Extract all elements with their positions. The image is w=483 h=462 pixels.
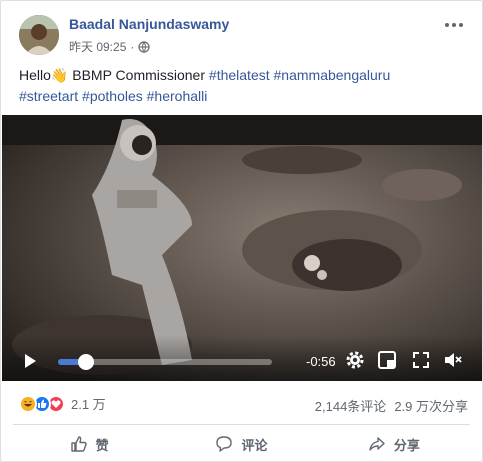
like-label: 赞 <box>95 437 109 453</box>
post-meta: 昨天 09:25 · <box>69 38 150 55</box>
post-card: Baadal Nanjundaswamy 昨天 09:25 · Hello👋 B… <box>0 0 483 462</box>
hashtag-link[interactable]: #streetart <box>19 88 78 104</box>
share-button[interactable]: 分享 <box>318 429 470 459</box>
play-icon[interactable] <box>22 353 38 369</box>
gear-icon[interactable] <box>345 350 365 370</box>
video-timeline[interactable] <box>58 354 272 370</box>
volume-mute-icon[interactable] <box>443 350 463 370</box>
post-text-body: BBMP Commissioner <box>68 67 209 83</box>
reaction-summary[interactable]: 2.1 万 <box>19 394 106 413</box>
post-stats: 2.1 万 2,144条评论 2.9 万次分享 <box>19 394 468 416</box>
more-dot <box>452 23 456 27</box>
reaction-count[interactable]: 2.1 万 <box>71 394 106 413</box>
comment-icon <box>216 436 233 452</box>
share-label: 分享 <box>393 437 420 453</box>
fullscreen-icon[interactable] <box>412 351 430 369</box>
hashtag-link[interactable]: #potholes <box>82 88 143 104</box>
author-name[interactable]: Baadal Nanjundaswamy <box>69 16 229 32</box>
comment-label: 评论 <box>241 437 268 453</box>
hashtag-link[interactable]: #herohalli <box>147 88 208 104</box>
comment-count[interactable]: 2,144条评论 <box>315 396 387 415</box>
wave-emoji: 👋 <box>50 67 69 83</box>
more-dot <box>445 23 449 27</box>
engagement-counts: 2,144条评论 2.9 万次分享 <box>315 396 468 415</box>
video-controls: -0:56 <box>2 335 482 381</box>
avatar-image <box>19 15 59 55</box>
timestamp[interactable]: 昨天 09:25 <box>69 38 126 55</box>
post-header: Baadal Nanjundaswamy 昨天 09:25 · <box>19 15 472 57</box>
more-dot <box>459 23 463 27</box>
post-text: Hello👋 BBMP Commissioner #thelatest #nam… <box>19 65 439 107</box>
like-button[interactable]: 赞 <box>13 429 165 459</box>
divider <box>13 424 470 425</box>
share-icon <box>369 437 385 451</box>
post-text-lead: Hello <box>19 67 51 83</box>
video-player[interactable]: -0:56 <box>2 115 482 381</box>
more-options-button[interactable] <box>442 17 466 33</box>
time-remaining: -0:56 <box>306 354 336 369</box>
timeline-scrubber[interactable] <box>77 354 94 370</box>
avatar[interactable] <box>19 15 59 55</box>
comment-button[interactable]: 评论 <box>165 429 317 459</box>
pip-icon[interactable] <box>378 351 396 369</box>
haha-icon <box>19 394 37 413</box>
action-bar: 赞 评论 分享 <box>13 429 470 459</box>
globe-icon[interactable] <box>138 40 150 53</box>
hashtag-link[interactable]: #nammabengaluru <box>274 67 391 83</box>
hashtag-link[interactable]: #thelatest <box>209 67 270 83</box>
thumbs-up-icon <box>70 436 87 452</box>
share-count[interactable]: 2.9 万次分享 <box>394 396 468 415</box>
